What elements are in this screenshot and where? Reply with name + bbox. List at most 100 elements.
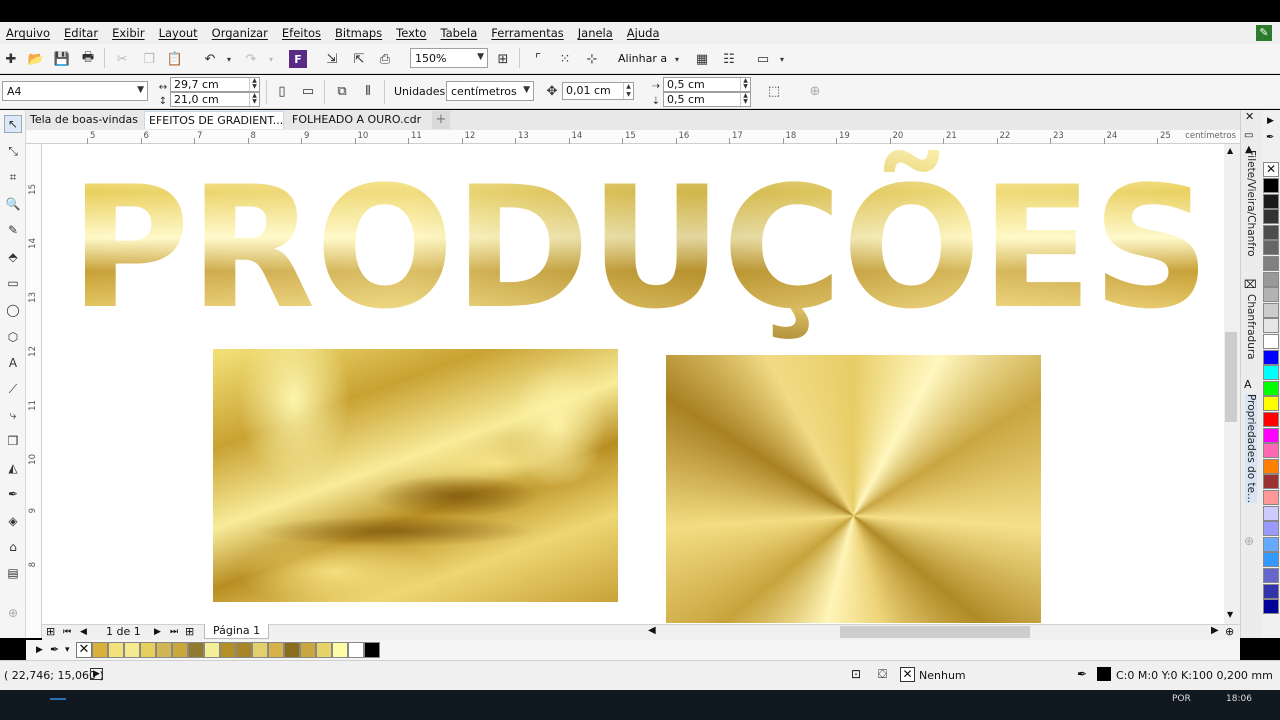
color-palette-swatch[interactable] bbox=[1263, 193, 1279, 209]
search-content-icon[interactable]: F bbox=[289, 50, 307, 68]
chevron-down-icon[interactable]: ▾ bbox=[773, 50, 791, 68]
color-palette-swatch[interactable] bbox=[1263, 412, 1279, 427]
color-palette-swatch[interactable] bbox=[1263, 178, 1279, 193]
vertical-ruler[interactable]: 15 14 13 12 11 10 9 8 bbox=[26, 144, 42, 638]
first-page-icon[interactable]: ⏮ bbox=[63, 627, 71, 637]
color-palette-swatch[interactable] bbox=[1263, 599, 1279, 615]
color-palette-swatch[interactable] bbox=[1263, 365, 1279, 381]
menu-janela[interactable]: Janela bbox=[578, 26, 613, 40]
page-size-combo[interactable]: A4 ▼ bbox=[2, 81, 148, 101]
add-docker-icon[interactable]: ⊕ bbox=[1244, 534, 1254, 548]
document-palette-swatch[interactable] bbox=[172, 642, 188, 658]
color-palette-swatch[interactable] bbox=[1263, 287, 1279, 303]
export-icon[interactable]: ⇱ bbox=[350, 50, 368, 68]
color-palette-swatch[interactable] bbox=[1263, 396, 1279, 412]
color-palette-swatch[interactable] bbox=[1263, 240, 1279, 256]
headline-text-object[interactable]: PRODUÇÕES PRODUÇÕES bbox=[60, 150, 1220, 340]
copy-icon[interactable]: ❐ bbox=[140, 50, 158, 68]
document-palette-swatch[interactable] bbox=[332, 642, 348, 658]
last-page-icon[interactable]: ⏭ bbox=[170, 627, 178, 637]
vertical-scrollbar[interactable]: ▲ ▼ bbox=[1224, 144, 1240, 624]
spinner-arrows-icon[interactable]: ▲ ▼ bbox=[740, 78, 750, 91]
color-palette-swatch[interactable] bbox=[1263, 334, 1279, 349]
tab-folheado-a-ouro[interactable]: FOLHEADO A OURO.cdr bbox=[288, 111, 425, 129]
color-palette-swatch[interactable] bbox=[1263, 583, 1279, 599]
portrait-icon[interactable]: ▯ bbox=[273, 82, 291, 100]
zoom-navigator-icon[interactable]: ⊕ bbox=[1225, 625, 1234, 638]
input-language[interactable]: POR bbox=[1172, 694, 1191, 704]
add-tool-icon[interactable]: ⊕ bbox=[4, 604, 22, 622]
color-palette-swatch[interactable] bbox=[1263, 458, 1279, 474]
document-palette-swatch[interactable] bbox=[268, 642, 284, 658]
redo-icon[interactable]: ↷ bbox=[242, 50, 260, 68]
freehand-tool-icon[interactable]: ✎ bbox=[4, 221, 22, 239]
docker-tab-bevel[interactable]: Chanfradura bbox=[1245, 294, 1257, 360]
rulers-toggle-icon[interactable]: ⌜ bbox=[529, 50, 547, 68]
horizontal-scroll-thumb[interactable] bbox=[840, 626, 1030, 638]
outline-color-swatch[interactable] bbox=[1097, 667, 1111, 681]
smart-fill-icon[interactable]: ⌂ bbox=[4, 538, 22, 556]
no-color-swatch[interactable]: ✕ bbox=[76, 642, 92, 658]
all-pages-icon[interactable]: ⧉ bbox=[333, 82, 351, 100]
undo-dropdown-icon[interactable]: ▾ bbox=[220, 50, 238, 68]
docker-restore-icon[interactable]: ▭ bbox=[1244, 130, 1253, 141]
taskbar-app-indicator[interactable] bbox=[50, 698, 66, 700]
menu-texto[interactable]: Texto bbox=[396, 26, 426, 40]
print-icon[interactable]: 🖶 bbox=[79, 50, 97, 68]
add-page-before-icon[interactable]: ⊞ bbox=[46, 625, 55, 638]
color-palette-swatch[interactable] bbox=[1263, 505, 1279, 521]
docker-tab-fillet-scallop-chamfer[interactable]: Filete/Vieira/Chanfro bbox=[1245, 150, 1257, 257]
previous-page-icon[interactable]: ◀ bbox=[80, 627, 87, 637]
color-palette-swatch[interactable] bbox=[1263, 536, 1279, 552]
add-tab-icon[interactable]: + bbox=[432, 111, 450, 129]
document-palette-swatch[interactable] bbox=[236, 642, 252, 658]
guidelines-toggle-icon[interactable]: ⊹ bbox=[583, 50, 601, 68]
document-palette-swatch[interactable] bbox=[140, 642, 156, 658]
landscape-icon[interactable]: ▭ bbox=[299, 82, 317, 100]
text-tool-icon[interactable]: A bbox=[4, 354, 22, 372]
docker-tab-text-properties[interactable]: Propriedades do te... bbox=[1245, 394, 1257, 504]
color-palette-swatch[interactable] bbox=[1263, 224, 1279, 240]
grid-toggle-icon[interactable]: ⁙ bbox=[556, 50, 574, 68]
color-palette-swatch[interactable] bbox=[1263, 521, 1279, 537]
duplicate-distance-x-input[interactable]: 0,5 cm ▲ ▼ bbox=[663, 77, 751, 92]
options-icon[interactable]: ☷ bbox=[720, 50, 738, 68]
new-document-icon[interactable]: ✚ bbox=[2, 50, 20, 68]
menu-bitmaps[interactable]: Bitmaps bbox=[335, 26, 382, 40]
palette-eyedropper-icon[interactable]: ✒ bbox=[50, 643, 59, 656]
no-color-swatch[interactable]: ✕ bbox=[1263, 162, 1279, 177]
menu-editar[interactable]: Editar bbox=[64, 26, 98, 40]
color-palette-swatch[interactable] bbox=[1263, 349, 1279, 365]
document-palette-swatch[interactable] bbox=[92, 642, 108, 658]
palette-menu-icon[interactable]: ▾ bbox=[65, 645, 70, 655]
taskbar-clock[interactable]: 18:06 bbox=[1226, 694, 1252, 704]
save-icon[interactable]: 💾 bbox=[53, 50, 71, 68]
document-palette-swatch[interactable] bbox=[156, 642, 172, 658]
chevron-down-icon[interactable]: ▾ bbox=[668, 50, 686, 68]
tab-efeitos-de-gradiente[interactable]: EFEITOS DE GRADIENT... bbox=[144, 111, 284, 129]
vertical-scroll-thumb[interactable] bbox=[1225, 332, 1237, 422]
zoom-tool-icon[interactable]: 🔍 bbox=[4, 195, 22, 213]
document-palette-swatch[interactable] bbox=[108, 642, 124, 658]
palette-menu-arrow-icon[interactable]: ▶ bbox=[36, 645, 43, 655]
drop-shadow-tool-icon[interactable]: ❒ bbox=[4, 432, 22, 450]
document-palette-swatch[interactable] bbox=[300, 642, 316, 658]
document-palette-swatch[interactable] bbox=[348, 642, 364, 658]
import-icon[interactable]: ⇲ bbox=[323, 50, 341, 68]
interactive-fill-tool-icon[interactable]: ◈ bbox=[4, 512, 22, 530]
polygon-tool-icon[interactable]: ⬡ bbox=[4, 328, 22, 346]
transparency-tool-icon[interactable]: ◭ bbox=[4, 459, 22, 477]
redo-dropdown-icon[interactable]: ▾ bbox=[262, 50, 280, 68]
color-palette-swatch[interactable] bbox=[1263, 256, 1279, 271]
spinner-arrows-icon[interactable]: ▲ ▼ bbox=[249, 78, 259, 91]
gold-conical-gradient-rectangle[interactable] bbox=[666, 355, 1041, 623]
paste-icon[interactable]: 📋 bbox=[166, 50, 184, 68]
ellipse-tool-icon[interactable]: ◯ bbox=[4, 301, 22, 319]
document-palette-swatch[interactable] bbox=[204, 642, 220, 658]
page-height-input[interactable]: 21,0 cm ▲ ▼ bbox=[170, 92, 260, 107]
nudge-distance-input[interactable]: 0,01 cm ▲ ▼ bbox=[562, 82, 634, 100]
color-palette-swatch[interactable] bbox=[1263, 302, 1279, 318]
drawing-canvas[interactable]: PRODUÇÕES PRODUÇÕES bbox=[42, 144, 1224, 624]
connector-tool-icon[interactable]: ⤷ bbox=[4, 406, 22, 424]
color-palette-swatch[interactable] bbox=[1263, 474, 1279, 490]
